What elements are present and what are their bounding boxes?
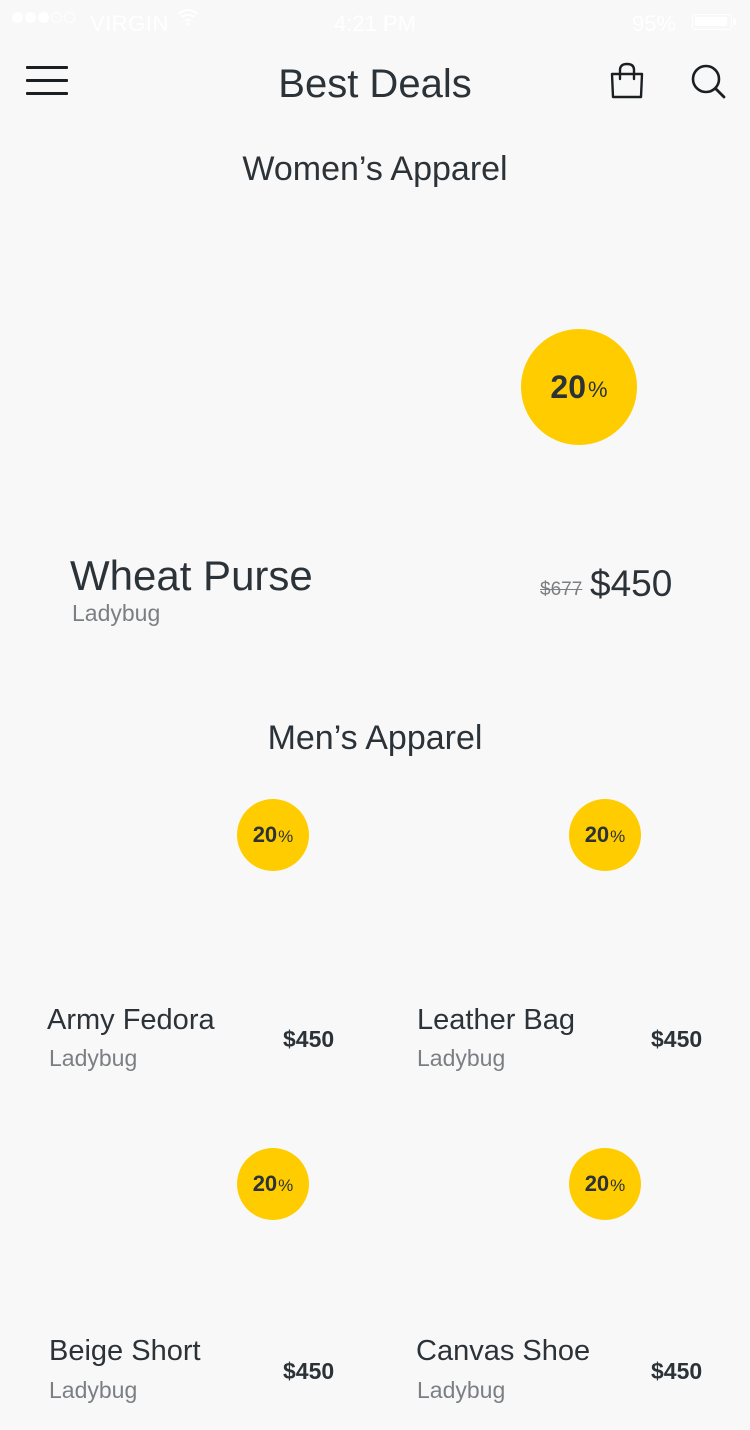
search-button[interactable] (688, 62, 732, 106)
discount-value: 20 (252, 822, 278, 847)
product-name[interactable]: Canvas Shoe (416, 1335, 590, 1368)
shopping-bag-icon (610, 62, 644, 99)
page-title: Best Deals (278, 62, 472, 106)
product-brand: Ladybug (49, 1377, 138, 1403)
discount-unit: % (278, 827, 294, 846)
menu-button[interactable] (26, 64, 70, 100)
battery-icon (692, 14, 736, 30)
product-brand: Ladybug (49, 1045, 138, 1071)
hamburger-menu-icon (26, 66, 68, 69)
original-price: $677 (540, 579, 583, 600)
signal-dots-icon (12, 12, 75, 23)
product-name[interactable]: Leather Bag (417, 1004, 575, 1037)
discount-badge[interactable]: 20% (569, 799, 641, 871)
product-name[interactable]: Wheat Purse (70, 552, 313, 600)
discount-badge[interactable]: 20% (237, 1148, 309, 1220)
shopping-bag-button[interactable] (605, 60, 649, 104)
product-name[interactable]: Beige Short (49, 1335, 201, 1368)
discount-badge[interactable]: 20% (521, 329, 637, 445)
status-bar: VIRGIN 4:21 PM 95% (0, 0, 750, 44)
clock-label: 4:21 PM (334, 11, 416, 36)
discount-unit: % (610, 827, 626, 846)
discount-value: 20 (550, 368, 587, 405)
discount-badge[interactable]: 20% (237, 799, 309, 871)
discount-value: 20 (584, 822, 610, 847)
discount-unit: % (278, 1176, 294, 1195)
discount-badge[interactable]: 20% (569, 1148, 641, 1220)
sale-price: $450 (590, 563, 673, 604)
mens-section-title: Men’s Apparel (267, 719, 483, 757)
discount-value: 20 (584, 1171, 610, 1196)
discount-value: 20 (252, 1171, 278, 1196)
product-brand: Ladybug (417, 1045, 506, 1071)
product-price: $450 (283, 1358, 335, 1384)
battery-percentage: 95% (632, 11, 677, 36)
product-brand: Ladybug (72, 600, 161, 626)
product-price: $450 (283, 1026, 335, 1052)
womens-section-title: Women’s Apparel (242, 150, 508, 188)
product-brand: Ladybug (417, 1377, 506, 1403)
discount-unit: % (588, 377, 608, 402)
discount-unit: % (610, 1176, 626, 1195)
carrier-label: VIRGIN (90, 11, 169, 36)
product-price: $450 (651, 1026, 703, 1052)
wifi-icon (177, 8, 199, 32)
product-price: $450 (651, 1358, 703, 1384)
product-name[interactable]: Army Fedora (47, 1004, 215, 1037)
search-icon (691, 64, 726, 99)
